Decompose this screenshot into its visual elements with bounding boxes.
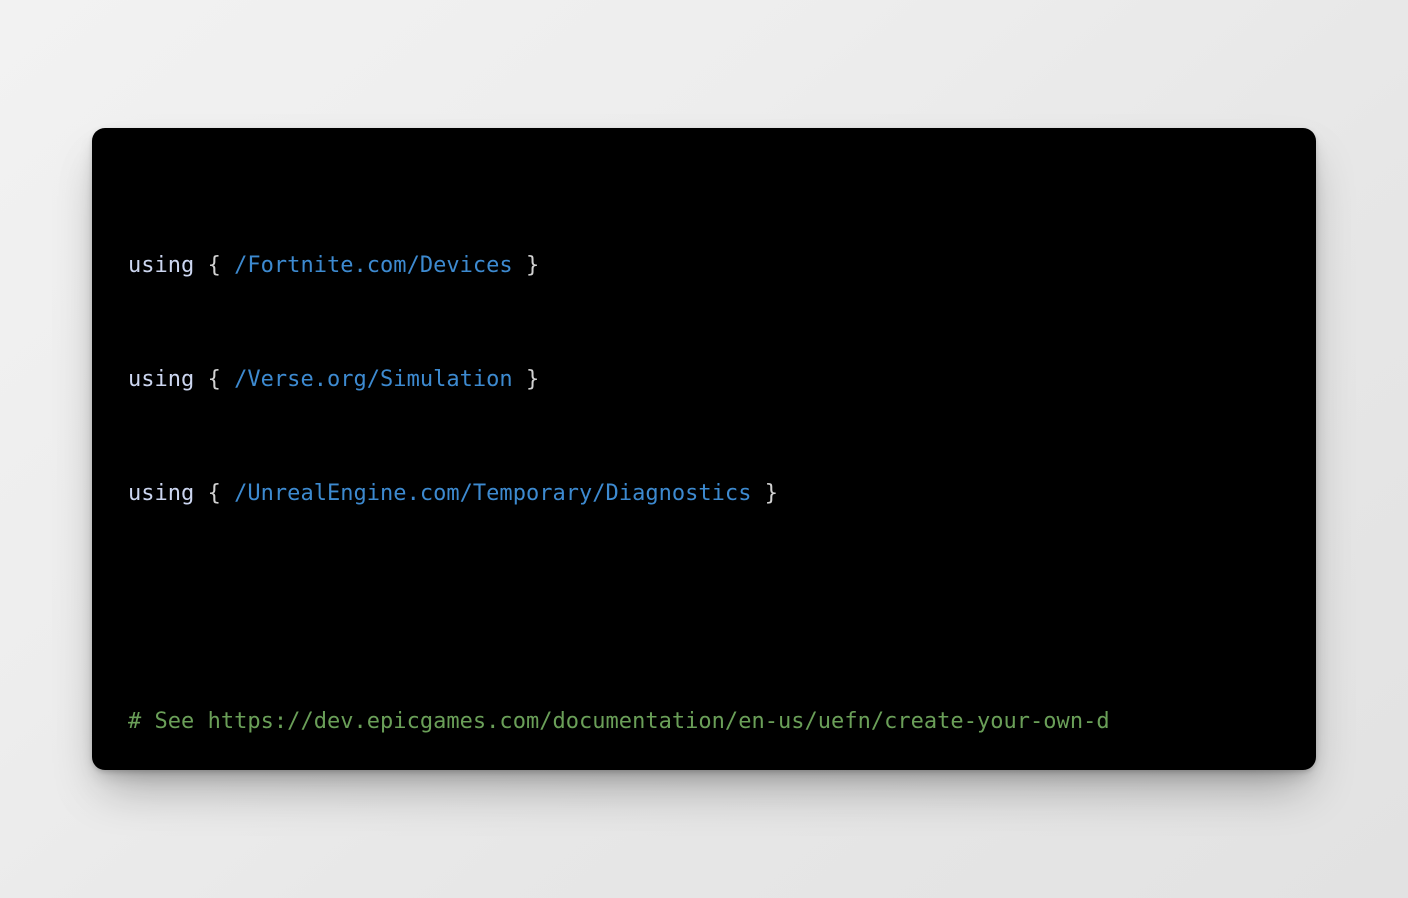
keyword-using: using [128, 481, 195, 506]
comment-docs-url-part1: # See https://dev.epicgames.com/document… [128, 709, 1110, 734]
module-path-unrealengine-diagnostics: /UnrealEngine.com/Temporary/Diagnostics [234, 481, 752, 506]
module-path-fortnite-devices: /Fortnite.com/Devices [234, 253, 513, 278]
brace-open: { [207, 367, 221, 392]
code-line-2: using { /Verse.org/Simulation } [128, 361, 1306, 399]
verse-source-code: using { /Fortnite.com/Devices } using { … [128, 247, 1306, 770]
code-line-4-blank [128, 589, 1306, 627]
brace-close: } [525, 253, 540, 278]
brace-open: { [207, 481, 221, 506]
code-editor-content[interactable]: using { /Fortnite.com/Devices } using { … [128, 171, 1306, 770]
code-line-5: # See https://dev.epicgames.com/document… [128, 703, 1306, 741]
brace-open: { [207, 253, 221, 278]
code-line-3: using { /UnrealEngine.com/Temporary/Diag… [128, 475, 1306, 513]
screenshot-stage: using { /Fortnite.com/Devices } using { … [0, 0, 1408, 898]
code-snippet-panel: using { /Fortnite.com/Devices } using { … [92, 128, 1316, 770]
keyword-using: using [128, 367, 195, 392]
brace-close: } [525, 367, 540, 392]
brace-close: } [764, 481, 778, 506]
code-line-1: using { /Fortnite.com/Devices } [128, 247, 1306, 285]
module-path-verse-simulation: /Verse.org/Simulation [234, 367, 513, 392]
keyword-using: using [128, 253, 195, 278]
